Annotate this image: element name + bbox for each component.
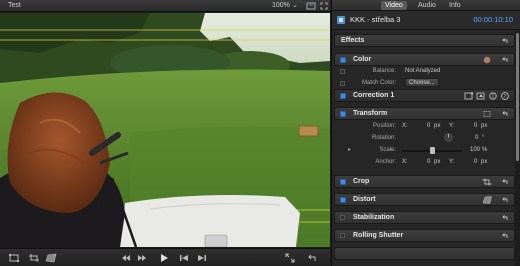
inspector-scroll-thumb[interactable] [516, 33, 519, 161]
tab-audio[interactable]: Audio [414, 1, 440, 10]
crop-tool-icon[interactable] [28, 253, 40, 263]
effects-title: Effects [341, 37, 365, 44]
anchor-y-unit: px [481, 159, 488, 165]
transform-section[interactable]: Transform [334, 107, 515, 120]
effects-reset-icon[interactable] [500, 37, 510, 45]
position-y-unit: px [481, 123, 488, 129]
crop-section[interactable]: Crop [334, 175, 515, 188]
effects-section[interactable]: Effects [334, 34, 515, 47]
transform-reset-icon[interactable] [500, 110, 510, 118]
inspector-panel: Video Audio Info KKK - střelba 3 00:00:1… [331, 0, 520, 266]
correction-more-icon[interactable]: ? [500, 92, 510, 100]
crop-title: Crop [353, 178, 370, 185]
tab-video[interactable]: Video [381, 1, 407, 10]
anchor-y-label: Y: [449, 159, 455, 165]
viewer-panel: Test 100% ⌄ [0, 0, 330, 266]
stabilization-section[interactable]: Stabilization [334, 211, 515, 224]
fullscreen-view-icon[interactable] [284, 253, 296, 263]
distort-title: Distort [353, 196, 376, 203]
color-wheel-icon[interactable] [488, 92, 498, 100]
svg-text:?: ? [504, 94, 507, 100]
transform-tool-icon[interactable] [8, 253, 20, 263]
rotation-label: Rotation: [371, 135, 396, 141]
color-enable-checkbox[interactable] [340, 57, 346, 63]
inspector-header: KKK - střelba 3 00:00:10:10 [332, 11, 520, 30]
clip-name: KKK - střelba 3 [350, 15, 401, 24]
distort-onscreen-icon[interactable] [482, 196, 492, 204]
distort-reset-icon[interactable] [500, 196, 510, 204]
tab-info[interactable]: Info [445, 1, 465, 10]
position-label: Position: [372, 123, 396, 129]
next-edit-icon[interactable] [136, 253, 148, 263]
undo-icon[interactable] [306, 253, 318, 263]
video-frame[interactable] [0, 13, 330, 247]
correction-section[interactable]: Correction 1 ? [334, 89, 515, 102]
rolling-shutter-title: Rolling Shutter [353, 232, 404, 239]
stabilization-reset-icon[interactable] [500, 214, 510, 222]
viewer-title: Test [8, 2, 21, 9]
video-frame-image [0, 13, 330, 247]
position-x-unit: px [434, 123, 441, 129]
anchor-y-value[interactable]: 0 [474, 159, 477, 165]
go-to-start-icon[interactable] [178, 253, 190, 263]
inspector-tabs: Video Audio Info [332, 0, 520, 11]
distort-section[interactable]: Distort [334, 193, 515, 206]
scale-slider-track[interactable] [402, 147, 462, 154]
crop-onscreen-icon[interactable] [482, 178, 492, 186]
anchor-x-unit: px [434, 159, 441, 165]
color-mask-icon[interactable] [476, 92, 486, 100]
anchor-x-value[interactable]: 0 [427, 159, 430, 165]
rotation-unit: ° [482, 135, 485, 141]
position-x-label: X: [402, 123, 408, 129]
choose-button[interactable]: Choose... [405, 78, 439, 87]
stabilization-title: Stabilization [353, 214, 395, 221]
viewer-header: Test 100% ⌄ [0, 0, 330, 12]
settings-icon[interactable] [306, 1, 316, 11]
balance-value: Not Analyzed [405, 68, 441, 74]
scale-unit: % [482, 147, 488, 153]
rolling-shutter-section[interactable]: Rolling Shutter [334, 229, 515, 242]
rolling-shutter-reset-icon[interactable] [500, 232, 510, 240]
crop-enable-checkbox[interactable] [340, 179, 346, 185]
scale-label: Scale: [379, 147, 396, 153]
position-y-label: Y: [449, 123, 455, 129]
color-reset-icon[interactable] [500, 56, 510, 64]
rotation-dial-icon[interactable] [444, 133, 453, 142]
transform-title: Transform [353, 110, 388, 117]
transform-enable-checkbox[interactable] [340, 111, 346, 117]
rotation-value[interactable]: 0 [475, 135, 478, 141]
play-icon[interactable] [158, 253, 170, 263]
zoom-dropdown-icon[interactable]: ⌄ [292, 1, 298, 9]
color-title: Color [353, 56, 372, 63]
anchor-label: Anchor: [375, 159, 396, 165]
position-y-value[interactable]: 0 [474, 123, 477, 129]
fullscreen-icon[interactable] [319, 1, 329, 11]
transform-onscreen-icon[interactable] [482, 110, 492, 118]
inspector-scrollbar[interactable] [515, 31, 520, 266]
correction-enable-checkbox[interactable] [340, 93, 346, 99]
scale-slider-knob[interactable] [429, 147, 435, 154]
anchor-x-label: X: [402, 159, 408, 165]
zoom-level[interactable]: 100% [272, 2, 290, 9]
next-section-partial[interactable] [334, 247, 515, 260]
go-to-end-icon[interactable] [196, 253, 208, 263]
distort-enable-checkbox[interactable] [340, 197, 346, 203]
scale-value[interactable]: 100 [470, 147, 480, 153]
color-board-icon[interactable] [482, 56, 492, 64]
timecode: 00:00:10:10 [473, 15, 513, 24]
balance-label: Balance: [372, 68, 396, 74]
viewer-toolbar [0, 248, 330, 266]
inspector-body: Effects Color Balance: Not Analyzed Matc… [332, 31, 515, 266]
clip-icon [337, 16, 345, 24]
color-section[interactable]: Color [334, 53, 515, 66]
previous-edit-icon[interactable] [120, 253, 132, 263]
mask-shape-icon[interactable] [464, 92, 474, 100]
position-x-value[interactable]: 0 [427, 123, 430, 129]
stabilization-enable-checkbox[interactable] [340, 215, 345, 220]
rolling-shutter-enable-checkbox[interactable] [340, 233, 345, 238]
correction-title: Correction 1 [353, 92, 395, 99]
crop-reset-icon[interactable] [500, 178, 510, 186]
distort-tool-icon[interactable] [45, 253, 57, 263]
match-color-label: Match Color: [361, 80, 396, 86]
